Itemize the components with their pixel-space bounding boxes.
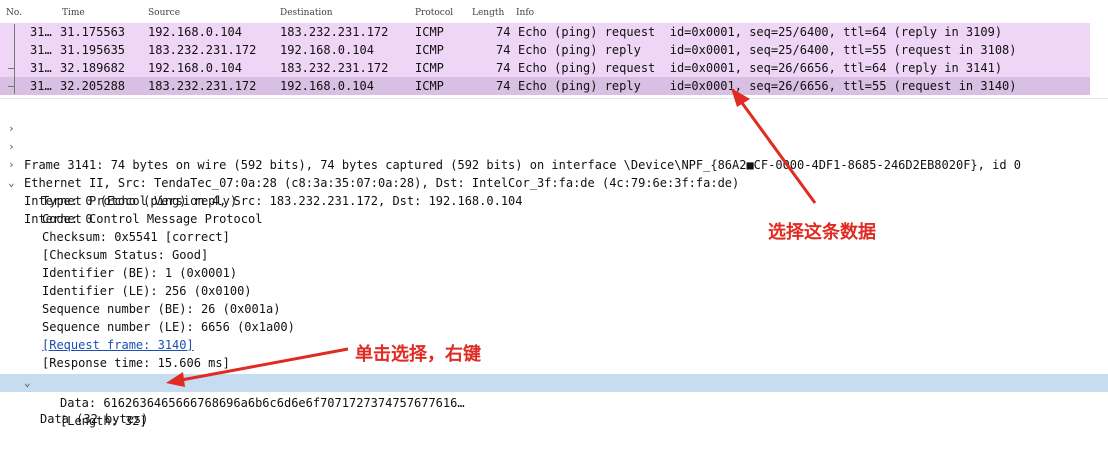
cell-no: 31…	[30, 43, 52, 57]
cell-source: 183.232.231.172	[148, 79, 257, 93]
cell-destination: 183.232.231.172	[280, 61, 389, 75]
col-source[interactable]: Source	[148, 8, 180, 18]
cell-time: 31.195635	[60, 43, 126, 57]
annotation-click-right: 单击选择，右键	[355, 344, 481, 365]
packet-row[interactable]: 31… 32.189682 192.168.0.104 183.232.231.…	[0, 59, 1090, 77]
cell-source: 192.168.0.104	[148, 25, 242, 39]
tree-item-label: Frame 3141: 74 bytes on wire (592 bits),…	[24, 158, 1021, 172]
tree-item-ip[interactable]: › Internet Protocol Version 4, Src: 183.…	[0, 156, 523, 208]
tree-item-ethernet[interactable]: › Ethernet II, Src: TendaTec_07:0a:28 (c…	[0, 138, 739, 190]
cell-destination: 192.168.0.104	[280, 79, 374, 93]
field-identifier-le[interactable]: Identifier (LE): 256 (0x0100)	[42, 282, 252, 300]
cell-source: 192.168.0.104	[148, 61, 242, 75]
packet-row[interactable]: 31… 31.175563 192.168.0.104 183.232.231.…	[0, 23, 1090, 41]
annotation-select-row: 选择这条数据	[768, 222, 876, 243]
cell-time: 32.189682	[60, 61, 126, 75]
cell-protocol: ICMP	[415, 43, 444, 57]
field-data-value[interactable]: Data: 6162636465666768696a6b6c6d6e6f7071…	[60, 394, 465, 412]
chevron-down-icon[interactable]: ⌄	[24, 374, 36, 392]
col-destination[interactable]: Destination	[280, 8, 333, 18]
packet-list: No. Time Source Destination Protocol Len…	[0, 0, 1108, 98]
packet-details: › Frame 3141: 74 bytes on wire (592 bits…	[0, 116, 1108, 460]
cell-protocol: ICMP	[415, 79, 444, 93]
cell-length: 74	[496, 43, 511, 57]
field-response-time[interactable]: [Response time: 15.606 ms]	[42, 354, 230, 372]
field-sequence-le[interactable]: Sequence number (LE): 6656 (0x1a00)	[42, 318, 295, 336]
tree-item-icmp[interactable]: ⌄ Internet Control Message Protocol	[0, 174, 262, 226]
cell-time: 31.175563	[60, 25, 126, 39]
cell-info: Echo (ping) request id=0x0001, seq=26/66…	[518, 61, 1003, 75]
tree-item-label: Ethernet II, Src: TendaTec_07:0a:28 (c8:…	[24, 176, 740, 190]
field-type[interactable]: Type: 0 (Echo (ping) reply)	[42, 192, 237, 210]
field-code[interactable]: Code: 0	[42, 210, 93, 228]
cell-destination: 183.232.231.172	[280, 25, 389, 39]
conversation-tick	[8, 86, 15, 87]
cell-time: 32.205288	[60, 79, 126, 93]
cell-length: 74	[496, 61, 511, 75]
cell-length: 74	[496, 25, 511, 39]
packet-row-selected[interactable]: 31… 32.205288 183.232.231.172 192.168.0.…	[0, 77, 1090, 95]
field-checksum-status[interactable]: [Checksum Status: Good]	[42, 246, 208, 264]
conversation-tick	[8, 68, 15, 69]
tree-item-frame[interactable]: › Frame 3141: 74 bytes on wire (592 bits…	[0, 120, 1021, 172]
chevron-right-icon[interactable]: ›	[8, 138, 20, 156]
cell-protocol: ICMP	[415, 25, 444, 39]
chevron-right-icon[interactable]: ›	[8, 156, 20, 174]
packet-list-header: No. Time Source Destination Protocol Len…	[0, 6, 1108, 24]
field-checksum[interactable]: Checksum: 0x5541 [correct]	[42, 228, 230, 246]
cell-no: 31…	[30, 25, 52, 39]
cell-protocol: ICMP	[415, 61, 444, 75]
cell-length: 74	[496, 79, 511, 93]
cell-info: Echo (ping) reply id=0x0001, seq=26/6656…	[518, 79, 1017, 93]
field-data-length[interactable]: [Length: 32]	[60, 412, 147, 430]
tree-item-data[interactable]: ⌄ Data (32 bytes)	[0, 374, 1108, 426]
col-length[interactable]: Length	[472, 8, 504, 18]
col-no[interactable]: No.	[6, 8, 22, 18]
cell-source: 183.232.231.172	[148, 43, 257, 57]
pane-divider[interactable]	[0, 98, 1108, 113]
col-info[interactable]: Info	[516, 8, 534, 18]
field-sequence-be[interactable]: Sequence number (BE): 26 (0x001a)	[42, 300, 280, 318]
packet-row[interactable]: 31… 31.195635 183.232.231.172 192.168.0.…	[0, 41, 1090, 59]
cell-info: Echo (ping) request id=0x0001, seq=25/64…	[518, 25, 1003, 39]
chevron-right-icon[interactable]: ›	[8, 120, 20, 138]
conversation-gutter	[8, 24, 22, 96]
request-frame-link[interactable]: [Request frame: 3140]	[42, 336, 194, 354]
cell-no: 31…	[30, 79, 52, 93]
cell-info: Echo (ping) reply id=0x0001, seq=25/6400…	[518, 43, 1017, 57]
col-protocol[interactable]: Protocol	[415, 8, 453, 18]
cell-no: 31…	[30, 61, 52, 75]
cell-destination: 192.168.0.104	[280, 43, 374, 57]
chevron-down-icon[interactable]: ⌄	[8, 174, 20, 192]
col-time[interactable]: Time	[62, 8, 85, 18]
conversation-line	[14, 24, 15, 94]
field-identifier-be[interactable]: Identifier (BE): 1 (0x0001)	[42, 264, 237, 282]
